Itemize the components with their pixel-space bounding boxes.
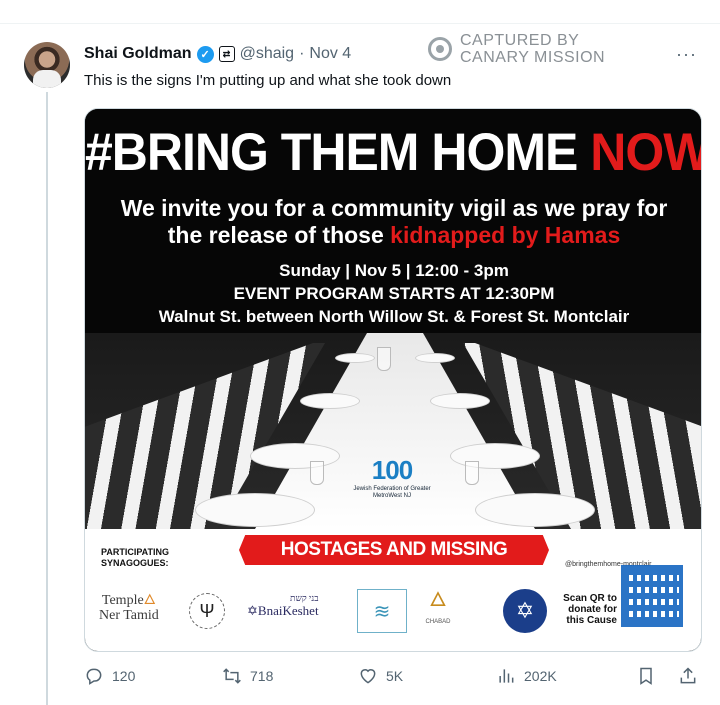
watermark-line1: CAPTURED BY [460,32,580,49]
star-of-david-seal-icon: ✡ [503,589,547,633]
watermark-line2: CANARY MISSION [460,49,606,66]
share-button[interactable] [678,666,698,686]
bnai-keshet-name: BnaiKeshet [257,603,319,618]
plate [450,443,540,469]
thread-line [46,92,48,705]
plate [430,393,490,409]
avatar[interactable] [24,42,70,88]
author-handle[interactable]: @shaig [240,45,295,63]
author-name[interactable]: Shai Goldman [84,45,192,63]
reply-count: 120 [112,668,136,684]
repost-button[interactable]: 718 [222,666,273,686]
heart-icon [360,669,376,684]
like-count: 5K [386,668,404,684]
wine-glass [377,347,391,371]
more-options-icon[interactable]: ··· [676,44,697,65]
participating-label: PARTICIPATING SYNAGOGUES: [101,547,169,568]
verified-badge-icon: ✓ [196,45,214,63]
poster-headline: #BRING THEM HOME NOW! [85,122,701,183]
plate [250,443,340,469]
plate [475,493,595,527]
avatar-figure [33,70,61,88]
temple-line1: Temple [101,593,144,608]
repost-count: 718 [250,668,274,684]
affiliate-badge-icon[interactable]: ⇄ [218,46,235,62]
poster-invite: We invite you for a community vigil as w… [85,195,701,249]
wine-glass [310,461,324,485]
top-divider [0,0,720,24]
federation-name: Jewish Federation of Greater MetroWest N… [353,486,431,499]
chabad-name: CHABAD [425,619,451,625]
tweet-date[interactable]: Nov 4 [309,45,351,63]
share-icon [680,667,696,684]
plate [300,393,360,409]
headline-white: #BRING THEM HOME [85,122,591,182]
tweet-image[interactable]: #BRING THEM HOME NOW! We invite you for … [84,108,702,652]
bookmark-icon [640,667,652,685]
watermark-text: CAPTURED BY CANARY MISSION [460,32,605,66]
federation-number: 100 [371,455,413,485]
tweet-text: This is the signs I'm putting up and wha… [84,72,452,89]
congregation-logo-icon: ≋ [357,589,407,633]
views-icon [499,669,514,683]
captured-watermark: CAPTURED BY CANARY MISSION [428,32,605,66]
federation-logo: 100 Jewish Federation of Greater MetroWe… [347,455,437,500]
views-button[interactable]: 202K [496,666,557,686]
forum-banner: HOSTAGES AND MISSING FAMILIES FORUM [239,535,549,565]
headline-red: NOW! [590,122,701,182]
flame-icon: 🜂 [143,593,156,608]
plate [195,493,315,527]
poster-top: #BRING THEM HOME NOW! We invite you for … [85,109,701,529]
menorah-seal-icon: Ψ [189,593,225,629]
plate [335,353,375,363]
qr-code-icon [621,565,683,627]
poster-details: Sunday | Nov 5 | 12:00 - 3pm EVENT PROGR… [85,259,701,328]
poster-bottom: PARTICIPATING SYNAGOGUES: HOSTAGES AND M… [85,529,701,651]
repost-icon [223,668,241,684]
bnai-keshet-hebrew: בני קשת [290,593,319,603]
temple-line2: Ner Tamid [99,608,159,623]
star-of-david-icon: ✡ [247,603,258,618]
invite-line1: We invite you for a community vigil as w… [120,195,668,221]
reply-button[interactable]: 120 [84,666,135,686]
chabad-logo: 🜂 CHABAD [421,589,455,633]
scan-qr-text: Scan QR to donate for this Cause [563,593,617,626]
event-date-time: Sunday | Nov 5 | 12:00 - 3pm [279,261,509,280]
invite-line2-white: the release of those [167,222,391,248]
invite-line2: the release of those kidnapped by Hamas [85,222,701,249]
event-location: Walnut St. between North Willow St. & Fo… [158,307,630,326]
reply-icon [86,668,102,685]
invite-line2-red: kidnapped by Hamas [390,222,621,248]
bnai-keshet-logo: בני קשת ✡BnaiKeshet [247,593,319,619]
views-count: 202K [524,668,557,684]
program-start: EVENT PROGRAM STARTS AT 12:30PM [233,284,555,303]
action-bar: 120 718 5K 202K [0,666,720,696]
canary-logo-icon [428,37,452,61]
separator-dot: · [299,45,305,62]
tweet-header: Shai Goldman ✓ ⇄ @shaig · Nov 4 [84,42,351,66]
plate [415,353,455,363]
like-button[interactable]: 5K [358,666,403,686]
wine-glass [465,461,479,485]
temple-ner-tamid-logo: Temple🜂 Ner Tamid [99,593,159,623]
bookmark-button[interactable] [636,666,656,686]
